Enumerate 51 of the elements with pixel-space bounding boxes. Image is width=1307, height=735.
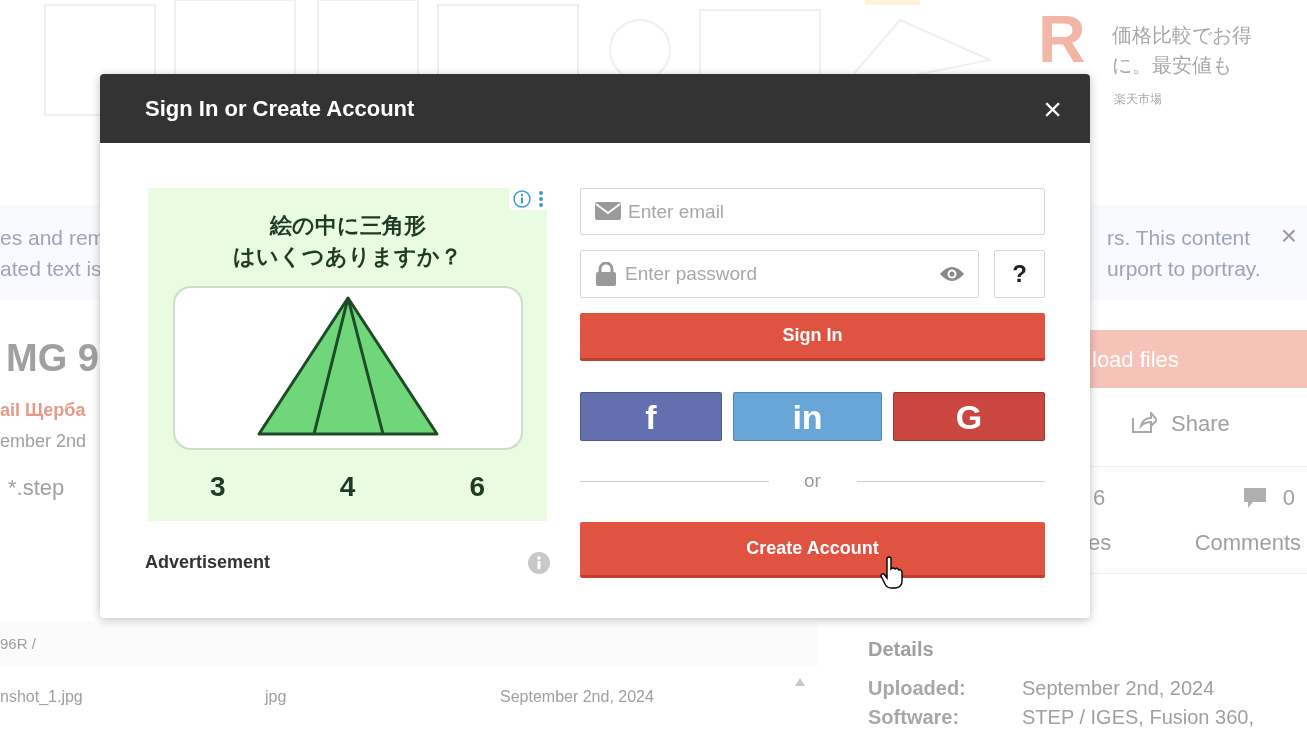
linkedin-button[interactable]: in <box>733 392 882 441</box>
detail-value: September 2nd, 2024 <box>1022 676 1215 701</box>
password-field[interactable]: Enter password <box>580 250 979 298</box>
model-title: MG 9 <box>6 336 99 381</box>
logo: R <box>1038 6 1086 72</box>
notice-text: rs. This content <box>1106 224 1251 251</box>
more-icon[interactable] <box>539 190 543 208</box>
hand-cursor-icon <box>880 556 904 590</box>
create-account-button[interactable]: Create Account <box>580 521 1045 578</box>
eye-icon[interactable] <box>939 266 965 282</box>
file-date: September 2nd, 2024 <box>500 688 654 705</box>
detail-value: STEP / IGES, Fusion 360, <box>1022 705 1254 730</box>
ad-source: 楽天市場 <box>1112 91 1163 108</box>
email-field[interactable]: Enter email <box>580 188 1045 235</box>
author-link[interactable]: ail Щерба <box>0 397 86 424</box>
share-link[interactable]: Share <box>1171 406 1230 440</box>
info-icon[interactable] <box>513 190 531 208</box>
dialog-title: Sign In or Create Account <box>145 95 415 123</box>
answer-choice: 4 <box>339 470 356 504</box>
close-button[interactable]: × <box>1043 92 1062 125</box>
help-button[interactable]: ? <box>994 250 1045 298</box>
ad-headline: 絵の中に三角形 <box>269 212 426 240</box>
sign-in-button[interactable]: Sign In <box>580 313 1045 361</box>
detail-label: Uploaded: <box>868 677 966 699</box>
stat-count: 6 <box>1093 484 1107 512</box>
divider-label: or <box>803 469 822 493</box>
scroll-up-icon[interactable] <box>795 678 805 686</box>
upload-date: ember 2nd <box>0 430 87 453</box>
info-icon[interactable] <box>528 551 550 574</box>
detail-label: Software: <box>868 706 960 728</box>
advertisement-label: Advertisement <box>145 551 271 574</box>
notice-text: ated text is <box>0 255 102 282</box>
share-icon <box>1131 412 1157 434</box>
answer-choice: 3 <box>210 470 226 504</box>
file-path: 96R / <box>0 634 36 655</box>
google-button[interactable]: G <box>893 392 1045 441</box>
file-type: jpg <box>265 688 287 705</box>
ad-text: 価格比較でお得に。最安値も <box>1111 22 1253 79</box>
lock-icon <box>595 262 617 286</box>
facebook-button[interactable]: f <box>580 392 722 441</box>
ad-headline: はいくつありますか？ <box>233 243 462 271</box>
details-heading: Details <box>868 637 934 662</box>
stat-count: 0 <box>1282 484 1296 512</box>
answer-choice: 6 <box>469 470 485 504</box>
close-button[interactable]: × <box>1280 221 1307 250</box>
stat-label: Comments <box>1194 529 1301 557</box>
file-name[interactable]: nshot_1.jpg <box>0 688 83 705</box>
envelope-icon <box>595 202 621 220</box>
comment-icon <box>1242 486 1267 509</box>
notice-text: urport to portray. <box>1106 255 1261 282</box>
file-format: *.step <box>8 474 65 502</box>
